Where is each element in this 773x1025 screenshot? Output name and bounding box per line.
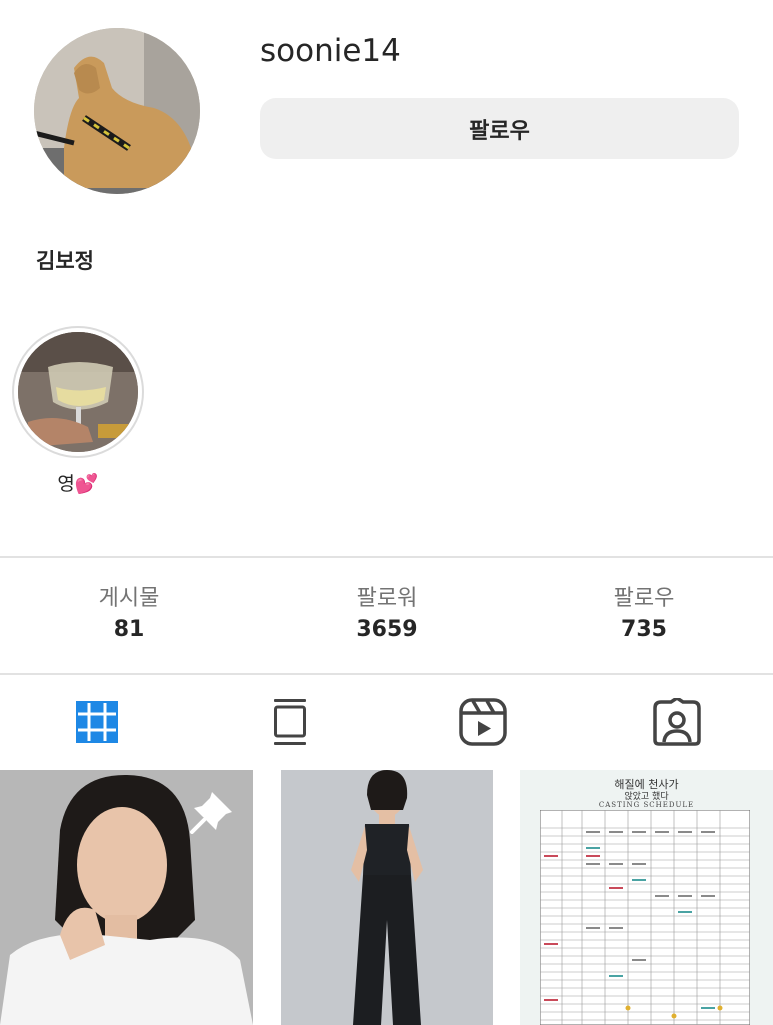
stat-posts-value: 81	[113, 617, 145, 642]
grid-icon	[75, 701, 118, 743]
post-schedule-subtitle: CASTING SCHEDULE	[598, 801, 695, 809]
stat-following-label: 팔로우	[613, 586, 675, 611]
stat-followers-value: 3659	[356, 617, 418, 642]
profile-display-name: 김보정	[36, 249, 94, 273]
highlight-cover[interactable]	[18, 332, 138, 452]
post-thumbnail[interactable]: 해질에 천사가 앉았고 했다 CASTING SCHEDULE	[520, 770, 773, 1025]
stat-following[interactable]: 팔로우 735	[515, 584, 773, 646]
tab-reels[interactable]	[386, 676, 579, 768]
profile-username: soonie14	[260, 33, 401, 69]
post-thumbnail[interactable]	[281, 770, 493, 1025]
follow-button[interactable]: 팔로우	[260, 98, 739, 159]
tab-tagged[interactable]	[580, 676, 773, 768]
highlight-wine-photo	[18, 332, 138, 452]
stat-posts-label: 게시물	[98, 586, 160, 611]
pinned-icon	[190, 792, 232, 834]
tagged-icon	[652, 698, 701, 746]
stat-posts: 게시물 81	[0, 584, 258, 646]
post-schedule-table	[540, 810, 750, 1025]
stat-followers[interactable]: 팔로워 3659	[258, 584, 516, 646]
post-thumbnail[interactable]	[0, 770, 253, 1025]
post-standing-photo	[281, 770, 493, 1025]
avatar-dog-photo	[34, 28, 200, 194]
stat-followers-label: 팔로워	[356, 586, 418, 611]
stats-top-divider	[0, 556, 773, 558]
tab-grid[interactable]	[0, 676, 193, 768]
feed-icon	[273, 699, 306, 745]
stat-following-value: 735	[621, 617, 667, 642]
tab-feed[interactable]	[193, 676, 386, 768]
reels-icon	[458, 698, 507, 746]
highlight-label: 영💕	[57, 473, 99, 495]
tabs-top-divider	[0, 673, 773, 675]
profile-avatar[interactable]	[34, 28, 200, 194]
